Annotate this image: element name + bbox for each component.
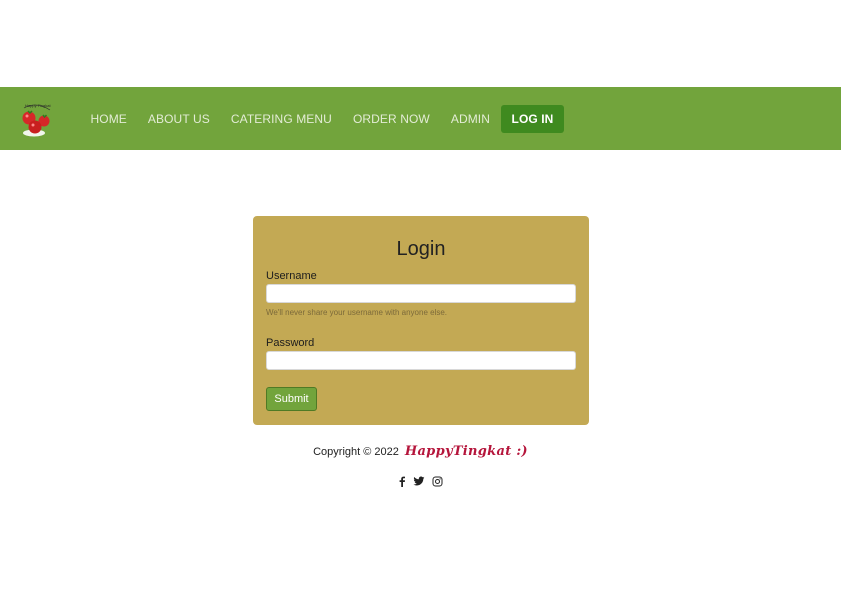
instagram-icon[interactable]	[432, 476, 443, 490]
username-input[interactable]	[266, 284, 576, 303]
password-label: Password	[266, 337, 315, 349]
nav-item-log-in[interactable]: LOG IN	[500, 105, 565, 133]
password-input[interactable]	[266, 351, 576, 370]
username-label: Username	[266, 270, 317, 282]
nav-links: HOME ABOUT US CATERING MENU ORDER NOW AD…	[80, 105, 565, 133]
login-card: Login Username We'll never share your us…	[253, 216, 589, 425]
facebook-icon[interactable]	[398, 476, 406, 490]
copyright-row: Copyright © 2022 HappyTingkat :)	[0, 444, 841, 459]
twitter-icon[interactable]	[413, 476, 425, 490]
tomato-logo-icon: Happy Tingkat	[22, 103, 51, 137]
nav-item-about-us[interactable]: ABOUT US	[137, 105, 220, 133]
nav-item-home[interactable]: HOME	[80, 105, 137, 133]
brand-script: HappyTingkat :)	[404, 444, 528, 459]
nav-item-order-now[interactable]: ORDER NOW	[342, 105, 440, 133]
social-links	[0, 476, 841, 490]
logo-lettering: Happy Tingkat	[25, 103, 51, 108]
login-title: Login	[396, 238, 446, 260]
nav-item-admin[interactable]: ADMIN	[440, 105, 500, 133]
logo[interactable]: Happy Tingkat	[14, 100, 58, 138]
navbar: Happy Tingkat HOME ABOUT US CATERING MEN…	[0, 87, 841, 150]
copyright-text: Copyright © 2022	[313, 445, 399, 458]
username-help-text: We'll never share your username with any…	[266, 308, 448, 317]
submit-button[interactable]: Submit	[266, 387, 317, 411]
nav-item-catering-menu[interactable]: CATERING MENU	[220, 105, 342, 133]
